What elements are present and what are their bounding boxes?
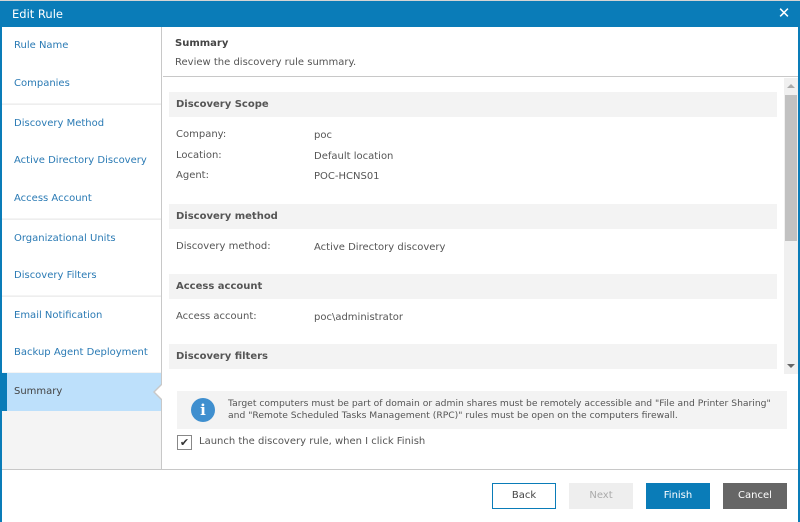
discovery-method-value: Active Directory discovery [314,242,446,253]
next-button: Next [569,483,633,509]
wizard-steps-sidebar: Rule Name Companies Discovery Method Act… [2,27,162,469]
page-subtitle: Review the discovery rule summary. [175,57,357,68]
sidebar-item-discovery-filters[interactable]: Discovery Filters [2,257,161,295]
sidebar-item-discovery-method[interactable]: Discovery Method [2,104,161,142]
dialog-footer: Back Next Finish Cancel [2,469,798,522]
agent-value: POC-HCNS01 [314,171,380,182]
close-icon[interactable]: ✕ [776,5,792,21]
company-label: Company: [176,129,227,140]
main-panel: Summary Review the discovery rule summar… [163,27,798,469]
section-heading-discovery-method: Discovery method [169,204,777,229]
finish-button[interactable]: Finish [646,483,710,509]
sidebar-item-companies[interactable]: Companies [2,65,161,103]
discovery-method-label: Discovery method: [176,241,271,252]
sidebar-item-access-account[interactable]: Access Account [2,180,161,218]
dialog-title: Edit Rule [12,7,63,21]
section-heading-discovery-filters: Discovery filters [169,344,777,369]
cancel-button[interactable]: Cancel [723,483,787,509]
back-button[interactable]: Back [492,483,556,509]
section-heading-access-account: Access account [169,274,777,299]
company-value: poc [314,130,332,141]
launch-rule-checkbox[interactable]: ✔ [177,435,192,450]
location-label: Location: [176,150,222,161]
section-heading-discovery-scope: Discovery Scope [169,92,777,117]
vertical-scrollbar[interactable] [784,78,798,374]
info-icon: i [191,398,215,422]
sidebar-item-summary[interactable]: Summary [2,373,162,411]
scroll-down-arrow-icon[interactable] [787,364,795,368]
launch-rule-label[interactable]: Launch the discovery rule, when I click … [199,436,425,447]
summary-scroll-area[interactable]: Discovery Scope Company: poc Location: D… [163,78,798,374]
sidebar-item-organizational-units[interactable]: Organizational Units [2,219,161,257]
page-title: Summary [175,38,229,49]
edit-rule-dialog: Edit Rule ✕ Rule Name Companies Discover… [0,1,800,522]
title-bar: Edit Rule ✕ [0,1,800,27]
location-value: Default location [314,151,394,162]
access-account-value: poc\administrator [314,312,403,323]
sidebar-item-active-directory-discovery[interactable]: Active Directory Discovery [2,142,161,180]
info-text: Target computers must be part of domain … [228,398,771,421]
checkmark-icon: ✔ [179,436,190,449]
page-header: Summary Review the discovery rule summar… [163,27,798,77]
scrollbar-thumb[interactable] [785,95,797,241]
sidebar-item-email-notification[interactable]: Email Notification [2,296,161,334]
firewall-info-notice: i Target computers must be part of domai… [177,391,787,429]
sidebar-item-rule-name[interactable]: Rule Name [2,27,161,65]
sidebar-item-backup-agent-deployment[interactable]: Backup Agent Deployment [2,334,161,372]
access-account-label: Access account: [176,311,257,322]
scroll-up-arrow-icon[interactable] [787,84,795,88]
agent-label: Agent: [176,170,209,181]
